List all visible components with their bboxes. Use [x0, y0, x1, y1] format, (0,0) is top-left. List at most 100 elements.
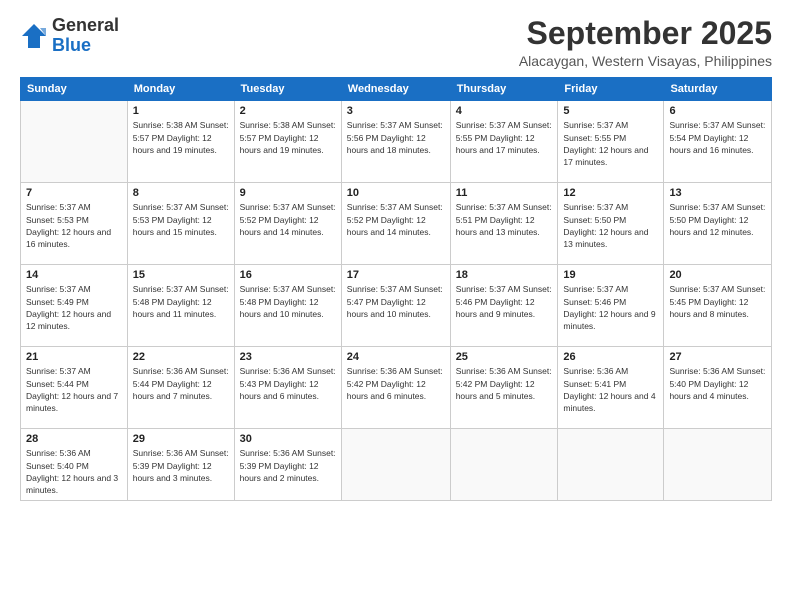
table-row: 15Sunrise: 5:37 AM Sunset: 5:48 PM Dayli… — [127, 265, 234, 347]
day-info: Sunrise: 5:36 AM Sunset: 5:42 PM Dayligh… — [347, 365, 445, 402]
day-number: 8 — [133, 187, 229, 199]
day-info: Sunrise: 5:37 AM Sunset: 5:46 PM Dayligh… — [563, 283, 658, 332]
day-info: Sunrise: 5:36 AM Sunset: 5:43 PM Dayligh… — [240, 365, 336, 402]
day-info: Sunrise: 5:37 AM Sunset: 5:54 PM Dayligh… — [669, 119, 766, 156]
day-info: Sunrise: 5:37 AM Sunset: 5:50 PM Dayligh… — [669, 201, 766, 238]
header-wednesday: Wednesday — [341, 78, 450, 101]
table-row: 13 Sunrise: 5:37 AM Sunset: 5:50 PM Dayli… — [664, 183, 772, 265]
day-number: 21 — [26, 351, 122, 363]
day-info: Sunrise: 5:36 AM Sunset: 5:44 PM Dayligh… — [133, 365, 229, 402]
table-row: 11 Sunrise: 5:37 AM Sunset: 5:51 PM Dayli… — [450, 183, 558, 265]
day-info: Sunrise: 5:36 AM Sunset: 5:39 PM Dayligh… — [240, 447, 336, 484]
day-number: 14 — [26, 269, 122, 281]
day-number: 1 — [133, 105, 229, 117]
day-number: 10 — [347, 187, 445, 199]
day-number: 13 — [669, 187, 766, 199]
table-row: 12 Sunrise: 5:37 AM Sunset: 5:50 PM Dayli… — [558, 183, 664, 265]
location: Alacaygan, Western Visayas, Philippines — [519, 53, 772, 69]
table-row: 27Sunrise: 5:36 AM Sunset: 5:40 PM Dayli… — [664, 347, 772, 429]
table-row: 28Sunrise: 5:36 AM Sunset: 5:40 PM Dayli… — [21, 429, 128, 501]
day-info: Sunrise: 5:36 AM Sunset: 5:40 PM Dayligh… — [669, 365, 766, 402]
table-row: 17 Sunrise: 5:37 AM Sunset: 5:47 PM Dayli… — [341, 265, 450, 347]
day-info: Sunrise: 5:36 AM Sunset: 5:42 PM Dayligh… — [456, 365, 553, 402]
table-row: 8 Sunrise: 5:37 AM Sunset: 5:53 PM Daylig… — [127, 183, 234, 265]
day-number: 18 — [456, 269, 553, 281]
table-row: 2 Sunrise: 5:38 AM Sunset: 5:57 PM Daylig… — [234, 101, 341, 183]
day-number: 16 — [240, 269, 336, 281]
day-info: Sunrise: 5:37 AM Sunset: 5:53 PM Dayligh… — [133, 201, 229, 238]
day-number: 22 — [133, 351, 229, 363]
day-number: 7 — [26, 187, 122, 199]
table-row: 25 Sunrise: 5:36 AM Sunset: 5:42 PM Dayli… — [450, 347, 558, 429]
table-row: 23 Sunrise: 5:36 AM Sunset: 5:43 PM Dayli… — [234, 347, 341, 429]
table-row: 29 Sunrise: 5:36 AM Sunset: 5:39 PM Dayli… — [127, 429, 234, 501]
day-info: Sunrise: 5:38 AM Sunset: 5:57 PM Dayligh… — [133, 119, 229, 156]
day-info: Sunrise: 5:37 AM Sunset: 5:55 PM Dayligh… — [456, 119, 553, 156]
title-block: September 2025 Alacaygan, Western Visaya… — [519, 16, 772, 69]
table-row: 4 Sunrise: 5:37 AM Sunset: 5:55 PM Daylig… — [450, 101, 558, 183]
day-info: Sunrise: 5:37 AM Sunset: 5:49 PM Dayligh… — [26, 283, 122, 332]
day-info: Sunrise: 5:37 AM Sunset: 5:53 PM Dayligh… — [26, 201, 122, 250]
day-number: 26 — [563, 351, 658, 363]
day-number: 25 — [456, 351, 553, 363]
day-info: Sunrise: 5:37 AM Sunset: 5:56 PM Dayligh… — [347, 119, 445, 156]
day-info: Sunrise: 5:37 AM Sunset: 5:52 PM Dayligh… — [347, 201, 445, 238]
table-row: 22 Sunrise: 5:36 AM Sunset: 5:44 PM Dayli… — [127, 347, 234, 429]
day-info: Sunrise: 5:36 AM Sunset: 5:39 PM Dayligh… — [133, 447, 229, 484]
day-number: 6 — [669, 105, 766, 117]
table-row: 1 Sunrise: 5:38 AM Sunset: 5:57 PM Daylig… — [127, 101, 234, 183]
day-info: Sunrise: 5:37 AM Sunset: 5:51 PM Dayligh… — [456, 201, 553, 238]
day-info: Sunrise: 5:37 AM Sunset: 5:47 PM Dayligh… — [347, 283, 445, 320]
table-row: 19 Sunrise: 5:37 AM Sunset: 5:46 PM Dayli… — [558, 265, 664, 347]
day-info: Sunrise: 5:37 AM Sunset: 5:44 PM Dayligh… — [26, 365, 122, 414]
calendar-header-row: Sunday Monday Tuesday Wednesday Thursday… — [21, 78, 772, 101]
day-number: 29 — [133, 433, 229, 445]
table-row — [21, 101, 128, 183]
day-number: 2 — [240, 105, 336, 117]
header: General Blue September 2025 Alacaygan, W… — [20, 16, 772, 69]
page: General Blue September 2025 Alacaygan, W… — [0, 0, 792, 612]
day-number: 4 — [456, 105, 553, 117]
table-row: 30 Sunrise: 5:36 AM Sunset: 5:39 PM Dayli… — [234, 429, 341, 501]
table-row: 20Sunrise: 5:37 AM Sunset: 5:45 PM Dayli… — [664, 265, 772, 347]
day-number: 23 — [240, 351, 336, 363]
day-info: Sunrise: 5:37 AM Sunset: 5:52 PM Dayligh… — [240, 201, 336, 238]
logo: General Blue — [20, 16, 119, 56]
table-row: 14 Sunrise: 5:37 AM Sunset: 5:49 PM Dayli… — [21, 265, 128, 347]
table-row: 21 Sunrise: 5:37 AM Sunset: 5:44 PM Dayli… — [21, 347, 128, 429]
day-number: 11 — [456, 187, 553, 199]
day-number: 3 — [347, 105, 445, 117]
day-info: Sunrise: 5:36 AM Sunset: 5:41 PM Dayligh… — [563, 365, 658, 414]
day-number: 17 — [347, 269, 445, 281]
table-row — [341, 429, 450, 501]
table-row: 24 Sunrise: 5:36 AM Sunset: 5:42 PM Dayli… — [341, 347, 450, 429]
day-info: Sunrise: 5:37 AM Sunset: 5:48 PM Dayligh… — [240, 283, 336, 320]
day-number: 15 — [133, 269, 229, 281]
header-tuesday: Tuesday — [234, 78, 341, 101]
day-number: 12 — [563, 187, 658, 199]
day-number: 28 — [26, 433, 122, 445]
day-info: Sunrise: 5:37 AM Sunset: 5:45 PM Dayligh… — [669, 283, 766, 320]
day-number: 19 — [563, 269, 658, 281]
header-thursday: Thursday — [450, 78, 558, 101]
table-row — [558, 429, 664, 501]
month-title: September 2025 — [519, 16, 772, 51]
logo-icon — [20, 22, 48, 50]
day-info: Sunrise: 5:38 AM Sunset: 5:57 PM Dayligh… — [240, 119, 336, 156]
table-row — [450, 429, 558, 501]
header-saturday: Saturday — [664, 78, 772, 101]
table-row: 3 Sunrise: 5:37 AM Sunset: 5:56 PM Daylig… — [341, 101, 450, 183]
day-number: 30 — [240, 433, 336, 445]
day-info: Sunrise: 5:37 AM Sunset: 5:50 PM Dayligh… — [563, 201, 658, 250]
day-info: Sunrise: 5:37 AM Sunset: 5:46 PM Dayligh… — [456, 283, 553, 320]
table-row: 10 Sunrise: 5:37 AM Sunset: 5:52 PM Dayli… — [341, 183, 450, 265]
logo-blue-text: Blue — [52, 36, 119, 56]
header-sunday: Sunday — [21, 78, 128, 101]
table-row: 7 Sunrise: 5:37 AM Sunset: 5:53 PM Daylig… — [21, 183, 128, 265]
table-row — [664, 429, 772, 501]
calendar-table: Sunday Monday Tuesday Wednesday Thursday… — [20, 77, 772, 501]
header-friday: Friday — [558, 78, 664, 101]
day-info: Sunrise: 5:37 AM Sunset: 5:55 PM Dayligh… — [563, 119, 658, 168]
day-number: 24 — [347, 351, 445, 363]
table-row: 26 Sunrise: 5:36 AM Sunset: 5:41 PM Dayli… — [558, 347, 664, 429]
